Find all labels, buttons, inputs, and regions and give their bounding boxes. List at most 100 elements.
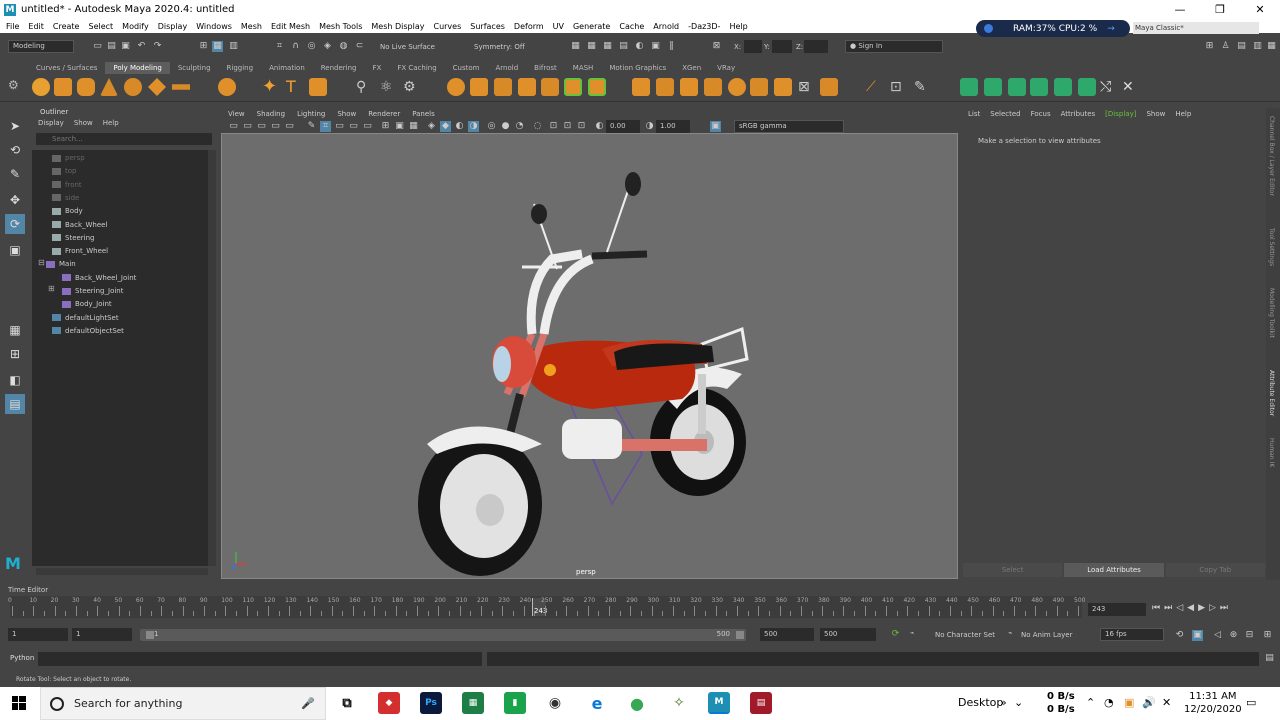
outliner-item-top[interactable]: top <box>52 165 76 177</box>
outliner-menu-help[interactable]: Help <box>103 119 119 131</box>
smooth-icon[interactable]: ⚙ <box>403 78 421 96</box>
poly-torus-icon[interactable] <box>124 78 142 96</box>
smooth-shade-icon[interactable]: ▣ <box>394 121 405 132</box>
time-slider[interactable]: 243 0 10 20 30 40 50 60 70 80 90 100 110 120 130 140 15… <box>8 596 1085 618</box>
attr-menu-help[interactable]: Help <box>1175 108 1191 121</box>
close-button[interactable]: ✕ <box>1240 0 1280 19</box>
shelf-tab-rendering[interactable]: Rendering <box>313 62 365 74</box>
fps-dropdown[interactable]: 16 fps <box>1100 628 1164 641</box>
camera-attr-icon[interactable]: ▭ <box>242 121 253 132</box>
insert-loop-icon[interactable] <box>588 78 606 96</box>
outliner-item-defaultlightset[interactable]: defaultLightSet <box>52 312 119 324</box>
select-tool-icon[interactable]: ➤ <box>5 116 25 136</box>
python-label[interactable]: Python <box>10 654 34 662</box>
snap-curve-icon[interactable]: ∩ <box>290 41 301 52</box>
shelf-menu-icon[interactable]: ⚙ <box>8 78 19 96</box>
security-icon[interactable]: ▣ <box>1124 696 1134 709</box>
merge-icon[interactable] <box>656 78 674 96</box>
snap-point-icon[interactable]: ◎ <box>306 41 317 52</box>
fill-hole-icon[interactable] <box>632 78 650 96</box>
anim-layer-icon[interactable]: ⌁ <box>1008 629 1012 637</box>
boolean-icon[interactable] <box>447 78 465 96</box>
system-monitor[interactable]: RAM:37% CPU:2 % → <box>976 20 1130 37</box>
bookmark-icon[interactable]: ▭ <box>256 121 267 132</box>
gamma-field[interactable]: 1.00 <box>656 120 690 133</box>
anim-layer-label[interactable]: No Anim Layer <box>1021 631 1072 639</box>
shelf-tab-bifrost[interactable]: Bifrost <box>526 62 565 74</box>
shelf-tab-motion-graphics[interactable]: Motion Graphics <box>601 62 674 74</box>
current-frame-field[interactable]: 243 <box>1088 603 1146 616</box>
rotate-tool-icon[interactable]: ⟳ <box>5 214 25 234</box>
multicut-icon[interactable] <box>541 78 559 96</box>
menu-display[interactable]: Display <box>158 22 188 31</box>
workspace-dropdown[interactable]: Maya Classic* <box>1133 22 1259 34</box>
end-time-field[interactable]: 500 <box>820 628 876 641</box>
viewport-menu-panels[interactable]: Panels <box>412 108 435 120</box>
motion-blur-icon[interactable]: ● <box>500 121 511 132</box>
target-weld-icon[interactable] <box>750 78 768 96</box>
step-forward-frame-icon[interactable]: ▷ <box>1209 603 1216 613</box>
single-view-icon[interactable]: ▦ <box>5 320 25 340</box>
winrar-icon[interactable]: ▤ <box>750 692 772 714</box>
default-material-icon[interactable]: ▦ <box>408 121 419 132</box>
lasso-tool-icon[interactable]: ⟲ <box>5 140 25 160</box>
key-prefs-icon[interactable]: ⊞ <box>1262 630 1273 641</box>
uv-cut-icon[interactable]: ⤭ <box>1100 78 1118 96</box>
grease-pencil-icon[interactable]: ✎ <box>306 121 317 132</box>
pause-icon[interactable]: ‖ <box>666 41 677 52</box>
ipr-icon[interactable]: ▦ <box>602 41 613 52</box>
go-to-start-icon[interactable]: ⏮ <box>1152 603 1160 613</box>
outliner-search-input[interactable]: Search... <box>36 133 212 145</box>
range-slider[interactable]: 1 500 <box>140 629 746 641</box>
modeling-toolkit-icon[interactable]: ⊞ <box>1204 41 1215 52</box>
image-plane-icon[interactable]: ▭ <box>270 121 281 132</box>
poly-sphere-icon[interactable] <box>32 78 50 96</box>
side-tab-tool-settings[interactable]: Tool Settings <box>1268 228 1275 266</box>
combine-icon[interactable]: ⚲ <box>356 78 374 96</box>
uv-sew-icon[interactable]: ✕ <box>1122 78 1140 96</box>
script-editor-icon[interactable]: ▤ <box>1264 653 1275 664</box>
viewport-menu-view[interactable]: View <box>228 108 245 120</box>
hypershade-icon[interactable]: ◐ <box>634 41 645 52</box>
retopo-icon[interactable]: ⊠ <box>798 78 816 96</box>
save-scene-icon[interactable]: ▣ <box>120 41 131 52</box>
shadows-icon[interactable]: ◑ <box>468 121 479 132</box>
lights-icon[interactable]: ◐ <box>454 121 465 132</box>
snap-plane-icon[interactable]: ◈ <box>322 41 333 52</box>
shelf-tab-animation[interactable]: Animation <box>261 62 313 74</box>
coord-y-field[interactable] <box>772 40 792 53</box>
grid-snap-icon[interactable]: ⊡ <box>890 78 908 96</box>
gate-mask-icon[interactable]: ▭ <box>362 121 373 132</box>
snap-grid-icon[interactable]: ⌗ <box>274 41 285 52</box>
shelf-tab-mash[interactable]: MASH <box>565 62 602 74</box>
viewport-menu-lighting[interactable]: Lighting <box>297 108 325 120</box>
move-tool-icon[interactable]: ✥ <box>5 190 25 210</box>
poly-plane-icon[interactable] <box>148 78 166 96</box>
grid-icon[interactable]: ⌗ <box>320 121 331 132</box>
system-clock[interactable]: 11:31 AM 12/20/2020 <box>1184 690 1242 716</box>
load-attributes-button[interactable]: Load Attributes <box>1064 563 1164 577</box>
scale-tool-icon[interactable]: ▣ <box>5 240 25 260</box>
side-tab-modelling-toolkit[interactable]: Modelling Toolkit <box>1268 288 1275 338</box>
channel-box-icon[interactable]: ▦ <box>1266 41 1277 52</box>
outliner-item-body[interactable]: Body <box>52 205 83 217</box>
outliner-item-main[interactable]: Main <box>46 258 76 270</box>
edge-loop-icon[interactable] <box>564 78 582 96</box>
viewport-menu-show[interactable]: Show <box>337 108 356 120</box>
menu-cache[interactable]: Cache <box>619 22 644 31</box>
transform-mode-icon[interactable]: ⊠ <box>711 41 722 52</box>
menu-edit-mesh[interactable]: Edit Mesh <box>271 22 310 31</box>
viewport-menu-renderer[interactable]: Renderer <box>368 108 400 120</box>
character-set-icon[interactable]: ⌁ <box>910 629 914 637</box>
ambient-occlusion-icon[interactable]: ◎ <box>486 121 497 132</box>
redo-icon[interactable]: ↷ <box>152 41 163 52</box>
taskbar-search[interactable]: Search for anything 🎤 <box>40 687 326 720</box>
menu-file[interactable]: File <box>6 22 19 31</box>
menu-help[interactable]: Help <box>729 22 747 31</box>
menu-mesh-tools[interactable]: Mesh Tools <box>319 22 362 31</box>
3d-app-icon[interactable]: ✧ <box>668 692 690 714</box>
textured-icon[interactable]: ◆ <box>440 121 451 132</box>
symmetry-label[interactable]: Symmetry: Off <box>474 43 525 51</box>
start-time-field[interactable]: 1 <box>8 628 68 641</box>
select-button[interactable]: Select <box>963 563 1063 577</box>
